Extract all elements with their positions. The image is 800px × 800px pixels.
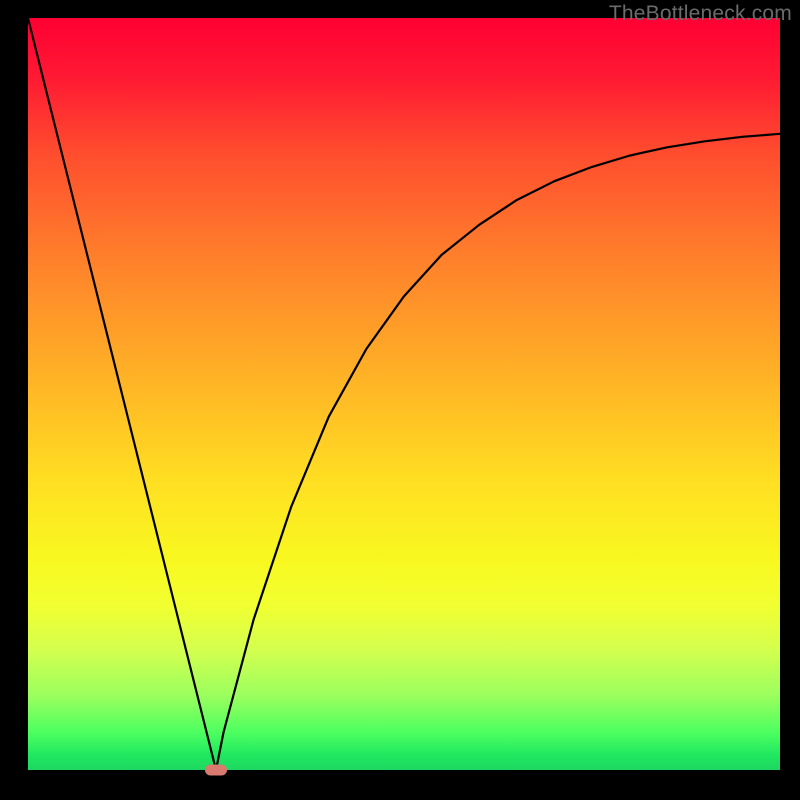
plot-outer — [28, 18, 780, 770]
bottleneck-curve — [28, 18, 780, 770]
chart-frame: TheBottleneck.com — [0, 0, 800, 800]
watermark-text: TheBottleneck.com — [609, 2, 792, 26]
minimum-marker — [205, 765, 227, 776]
